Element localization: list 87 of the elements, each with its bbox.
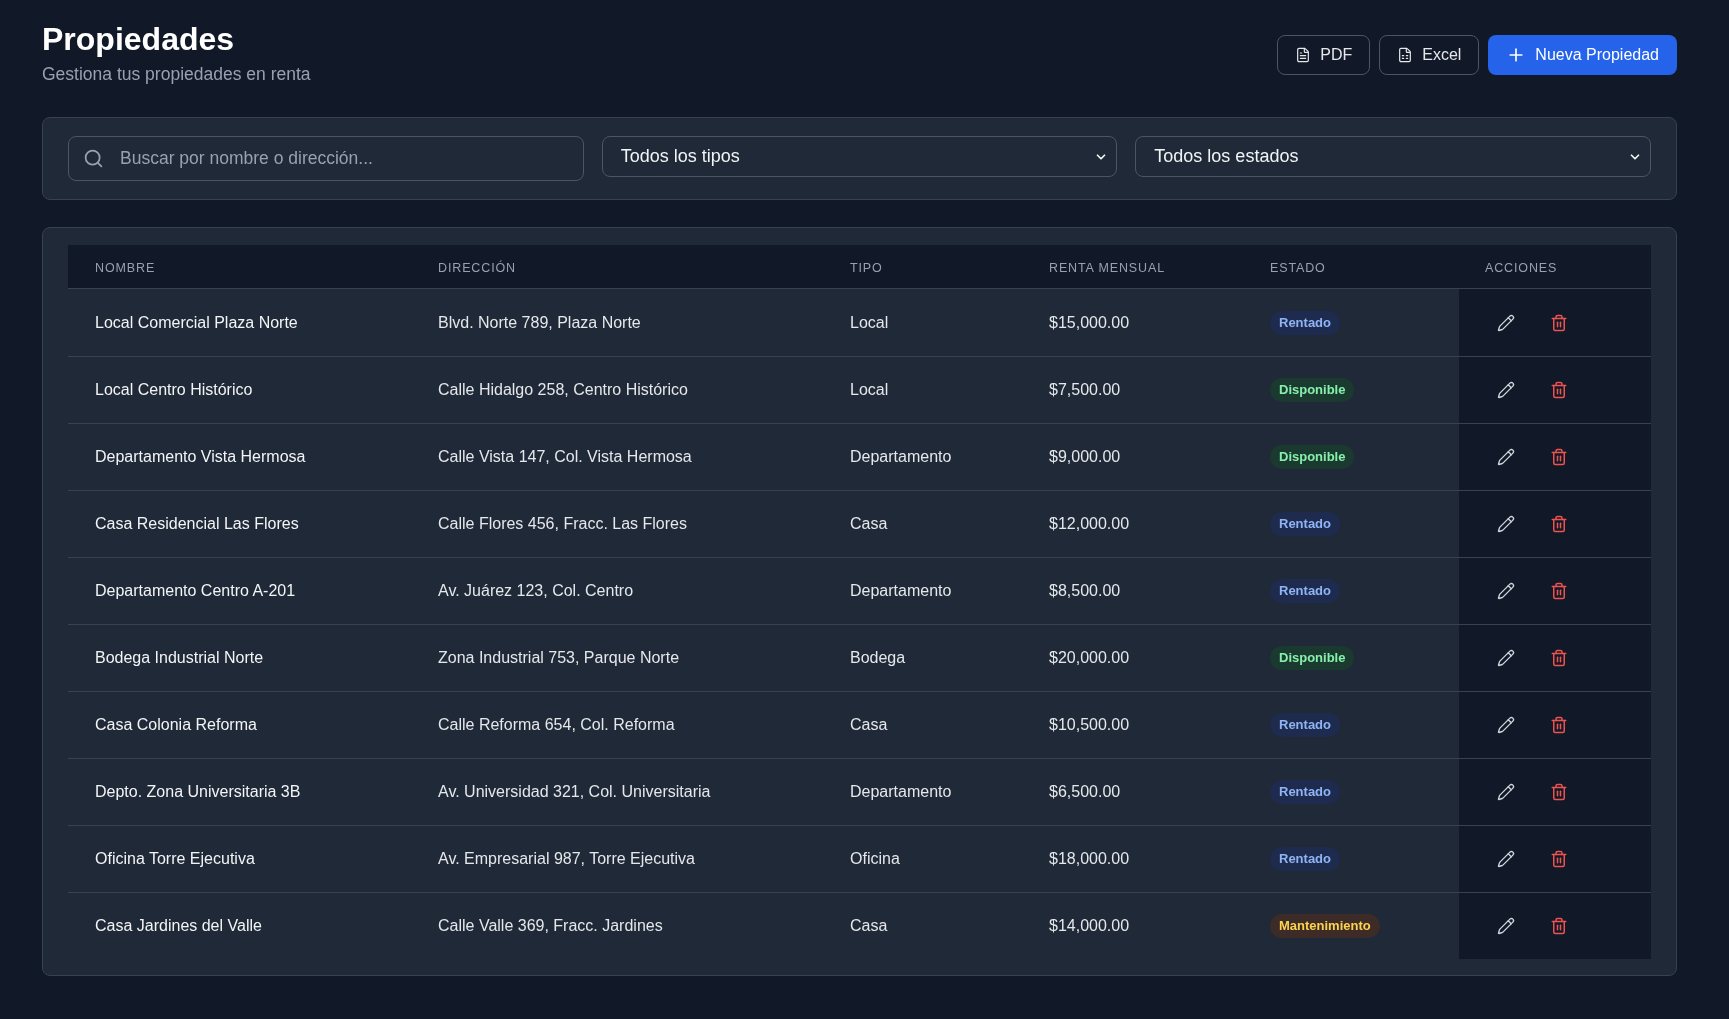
pencil-icon bbox=[1497, 850, 1515, 868]
property-type: Departamento bbox=[850, 581, 952, 601]
pencil-icon bbox=[1497, 649, 1515, 667]
property-name: Bodega Industrial Norte bbox=[95, 648, 264, 668]
column-header: TIPO bbox=[850, 260, 883, 275]
trash-icon bbox=[1550, 515, 1568, 533]
column-header: DIRECCIÓN bbox=[438, 260, 517, 275]
property-address: Av. Universidad 321, Col. Universitaria bbox=[438, 782, 711, 802]
pencil-icon bbox=[1497, 381, 1515, 399]
property-address: Zona Industrial 753, Parque Norte bbox=[438, 648, 680, 668]
monthly-rent: $6,500.00 bbox=[1049, 782, 1121, 802]
pencil-icon bbox=[1497, 917, 1515, 935]
status-badge: Rentado bbox=[1270, 310, 1340, 335]
page-title: Propiedades bbox=[42, 21, 236, 58]
column-header: ESTADO bbox=[1270, 260, 1326, 275]
pencil-icon bbox=[1497, 582, 1515, 600]
trash-icon bbox=[1550, 313, 1568, 332]
property-type: Casa bbox=[850, 514, 888, 534]
monthly-rent: $20,000.00 bbox=[1049, 648, 1130, 668]
property-name: Local Centro Histórico bbox=[95, 380, 253, 400]
pencil-icon bbox=[1497, 313, 1515, 332]
property-type: Local bbox=[850, 312, 889, 333]
spreadsheet-icon bbox=[1397, 47, 1414, 63]
property-type: Departamento bbox=[850, 782, 952, 802]
monthly-rent: $8,500.00 bbox=[1049, 581, 1121, 601]
trash-icon bbox=[1550, 716, 1568, 734]
pencil-icon bbox=[1497, 515, 1515, 533]
property-name: Departamento Vista Hermosa bbox=[95, 447, 306, 467]
status-badge: Rentado bbox=[1270, 847, 1340, 871]
property-address: Av. Juárez 123, Col. Centro bbox=[438, 581, 634, 601]
trash-icon bbox=[1550, 783, 1568, 801]
property-address: Calle Hidalgo 258, Centro Histórico bbox=[438, 380, 688, 400]
pencil-icon bbox=[1497, 716, 1515, 734]
page-subtitle: Gestiona tus propiedades en renta bbox=[42, 63, 311, 86]
status-badge: Disponible bbox=[1270, 646, 1355, 670]
trash-icon bbox=[1550, 850, 1568, 868]
property-name: Departamento Centro A-201 bbox=[95, 581, 296, 601]
property-type: Casa bbox=[850, 715, 888, 735]
property-type: Departamento bbox=[850, 447, 952, 467]
monthly-rent: $14,000.00 bbox=[1049, 916, 1130, 936]
property-name: Depto. Zona Universitaria 3B bbox=[95, 782, 301, 802]
trash-icon bbox=[1550, 649, 1568, 667]
pencil-icon bbox=[1497, 448, 1515, 466]
new-property-button[interactable]: Nueva Propiedad bbox=[1488, 35, 1677, 75]
status-badge: Rentado bbox=[1270, 512, 1340, 536]
property-address: Calle Flores 456, Fracc. Las Flores bbox=[438, 514, 687, 534]
property-type: Oficina bbox=[850, 849, 900, 869]
status-badge: Disponible bbox=[1270, 445, 1355, 469]
document-icon bbox=[1295, 47, 1312, 63]
status-badge: Disponible bbox=[1270, 378, 1355, 402]
property-name: Oficina Torre Ejecutiva bbox=[95, 849, 255, 869]
search-icon bbox=[83, 148, 104, 169]
status-badge: Rentado bbox=[1270, 780, 1340, 804]
property-address: Blvd. Norte 789, Plaza Norte bbox=[438, 312, 641, 333]
column-header: NOMBRE bbox=[95, 260, 156, 275]
property-address: Av. Empresarial 987, Torre Ejecutiva bbox=[438, 849, 695, 869]
trash-icon bbox=[1550, 582, 1568, 600]
monthly-rent: $15,000.00 bbox=[1049, 312, 1130, 333]
property-name: Casa Colonia Reforma bbox=[95, 715, 257, 735]
property-address: Calle Valle 369, Fracc. Jardines bbox=[438, 916, 663, 936]
column-header: RENTA MENSUAL bbox=[1049, 260, 1166, 275]
status-badge: Rentado bbox=[1270, 713, 1340, 737]
property-name: Casa Residencial Las Flores bbox=[95, 514, 299, 534]
monthly-rent: $18,000.00 bbox=[1049, 849, 1130, 869]
status-select[interactable]: Todos los estados bbox=[1135, 136, 1651, 177]
trash-icon bbox=[1550, 381, 1568, 399]
property-address: Calle Reforma 654, Col. Reforma bbox=[438, 715, 675, 735]
property-name: Casa Jardines del Valle bbox=[95, 916, 262, 936]
export-button[interactable]: PDF bbox=[1277, 35, 1371, 75]
property-type: Local bbox=[850, 380, 889, 400]
trash-icon bbox=[1550, 917, 1568, 935]
monthly-rent: $7,500.00 bbox=[1049, 380, 1121, 400]
column-header: ACCIONES bbox=[1485, 260, 1558, 275]
status-badge: Mantenimiento bbox=[1270, 914, 1380, 938]
type-select[interactable]: Todos los tipos bbox=[601, 136, 1118, 177]
status-badge: Rentado bbox=[1270, 579, 1340, 603]
trash-icon bbox=[1550, 448, 1568, 466]
pencil-icon bbox=[1497, 783, 1515, 801]
search-field[interactable]: Buscar por nombre o dirección... bbox=[68, 136, 584, 181]
monthly-rent: $10,500.00 bbox=[1049, 715, 1130, 735]
property-address: Calle Vista 147, Col. Vista Hermosa bbox=[438, 447, 692, 467]
export-button[interactable]: Excel bbox=[1379, 35, 1480, 75]
property-type: Bodega bbox=[850, 648, 906, 668]
monthly-rent: $9,000.00 bbox=[1049, 447, 1121, 467]
property-type: Casa bbox=[850, 916, 888, 936]
property-name: Local Comercial Plaza Norte bbox=[95, 312, 298, 333]
monthly-rent: $12,000.00 bbox=[1049, 514, 1130, 534]
